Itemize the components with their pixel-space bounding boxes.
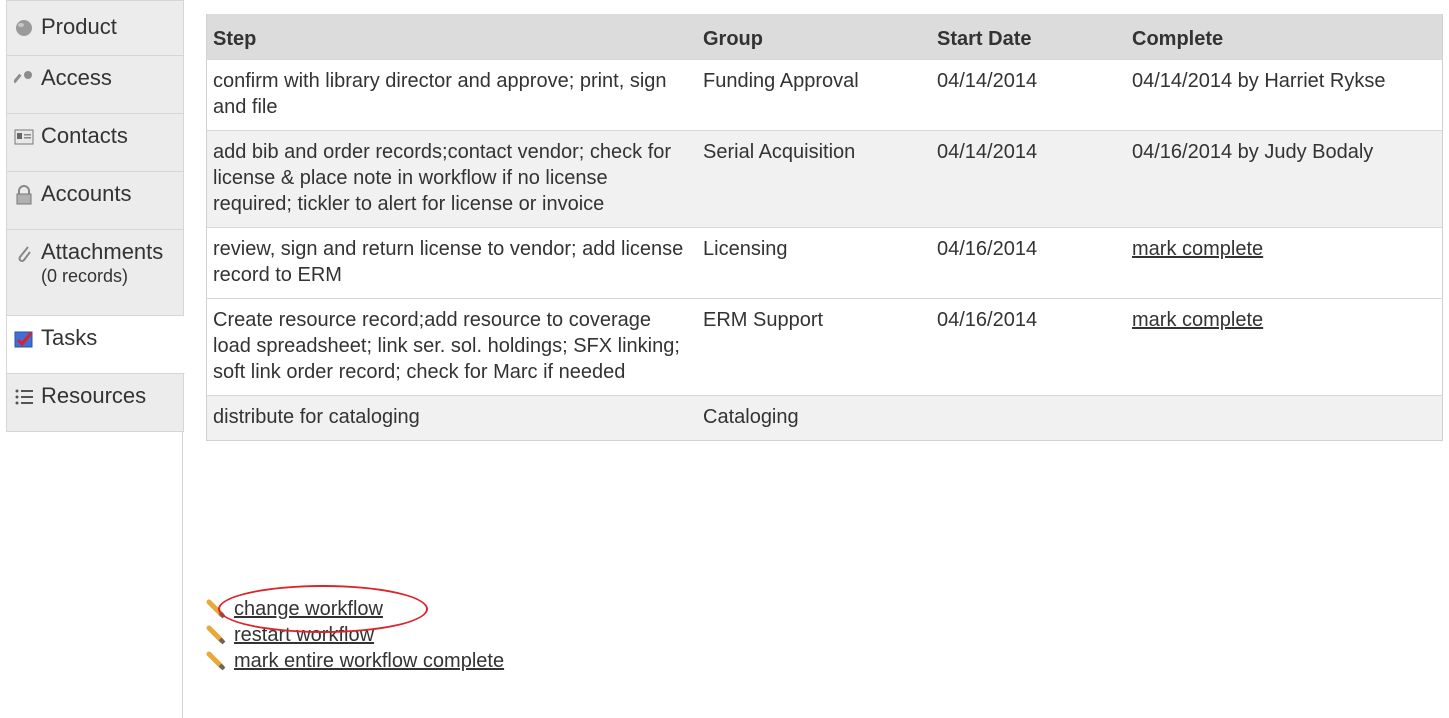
- tab-attachments-text: Attachments (0 records): [41, 239, 163, 287]
- table-row: add bib and order records;contact vendor…: [207, 130, 1442, 228]
- tab-attachments-label: Attachments: [41, 239, 164, 264]
- tab-product[interactable]: Product: [6, 0, 184, 56]
- cell-group: Serial Acquisition: [697, 130, 931, 228]
- cell-start-date: 04/14/2014: [931, 59, 1126, 131]
- workflow-steps-table: Step Group Start Date Complete confirm w…: [207, 14, 1442, 440]
- pencil-icon: [206, 625, 226, 645]
- cell-start-date: 04/16/2014: [931, 227, 1126, 299]
- tab-attachments[interactable]: Attachments (0 records): [6, 230, 184, 316]
- pencil-icon: [206, 599, 226, 619]
- table-row: confirm with library director and approv…: [207, 59, 1442, 131]
- tab-access-label: Access: [41, 65, 112, 90]
- tab-tasks[interactable]: Tasks: [6, 316, 185, 374]
- tab-attachments-count: (0 records): [41, 266, 129, 286]
- header-step: Step: [207, 14, 697, 60]
- contact-card-icon: [13, 126, 35, 148]
- workflow-actions: change workflow restart workflow mark en…: [206, 596, 504, 674]
- mark-entire-workflow-complete-link[interactable]: mark entire workflow complete: [234, 650, 504, 673]
- cell-step: add bib and order records;contact vendor…: [207, 130, 697, 228]
- sidebar-tabs: Product Access Contacts Accounts Attachm…: [6, 0, 185, 432]
- cell-step: confirm with library director and approv…: [207, 59, 697, 131]
- header-complete: Complete: [1126, 14, 1442, 60]
- header-group: Group: [697, 14, 931, 60]
- tab-tasks-label: Tasks: [41, 325, 98, 350]
- restart-workflow-link[interactable]: restart workflow: [234, 624, 374, 647]
- lock-icon: [13, 184, 35, 206]
- mark-workflow-complete-action: mark entire workflow complete: [206, 648, 504, 674]
- tab-resources[interactable]: Resources: [6, 374, 184, 432]
- cell-group: ERM Support: [697, 298, 931, 396]
- tab-contacts-label: Contacts: [41, 123, 128, 148]
- cell-complete: 04/16/2014 by Judy Bodaly: [1126, 130, 1442, 228]
- product-icon: [13, 17, 35, 39]
- tab-accounts-label: Accounts: [41, 181, 132, 206]
- cell-step: review, sign and return license to vendo…: [207, 227, 697, 299]
- table-row: review, sign and return license to vendo…: [207, 227, 1442, 299]
- cell-step: distribute for cataloging: [207, 395, 697, 440]
- cell-group: Funding Approval: [697, 59, 931, 131]
- list-icon: [13, 386, 35, 408]
- cell-group: Licensing: [697, 227, 931, 299]
- checkbox-icon: [13, 328, 35, 350]
- cell-start-date: [931, 395, 1126, 440]
- tab-contacts[interactable]: Contacts: [6, 114, 184, 172]
- tab-resources-label: Resources: [41, 383, 147, 408]
- change-workflow-link[interactable]: change workflow: [234, 598, 383, 621]
- mark-complete-link[interactable]: mark complete: [1132, 309, 1263, 331]
- paperclip-icon: [13, 242, 35, 264]
- table-row: distribute for cataloging Cataloging: [207, 395, 1442, 440]
- cell-start-date: 04/14/2014: [931, 130, 1126, 228]
- tab-access[interactable]: Access: [6, 56, 184, 114]
- restart-workflow-action: restart workflow: [206, 622, 504, 648]
- sidebar: Product Access Contacts Accounts Attachm…: [0, 0, 185, 718]
- change-workflow-action: change workflow: [206, 596, 504, 622]
- tab-product-label: Product: [41, 14, 117, 39]
- pencil-icon: [206, 651, 226, 671]
- header-start-date: Start Date: [931, 14, 1126, 60]
- mark-complete-link[interactable]: mark complete: [1132, 238, 1263, 260]
- table-row: Create resource record;add resource to c…: [207, 298, 1442, 396]
- cell-step: Create resource record;add resource to c…: [207, 298, 697, 396]
- cell-start-date: 04/16/2014: [931, 298, 1126, 396]
- cell-complete: 04/14/2014 by Harriet Rykse: [1126, 59, 1442, 131]
- cell-complete: [1126, 395, 1442, 440]
- workflow-table: Step Group Start Date Complete confirm w…: [206, 14, 1443, 441]
- cell-complete: mark complete: [1126, 298, 1442, 396]
- cell-complete: mark complete: [1126, 227, 1442, 299]
- cell-group: Cataloging: [697, 395, 931, 440]
- tab-accounts[interactable]: Accounts: [6, 172, 184, 230]
- key-icon: [13, 68, 35, 90]
- table-header-row: Step Group Start Date Complete: [207, 14, 1442, 60]
